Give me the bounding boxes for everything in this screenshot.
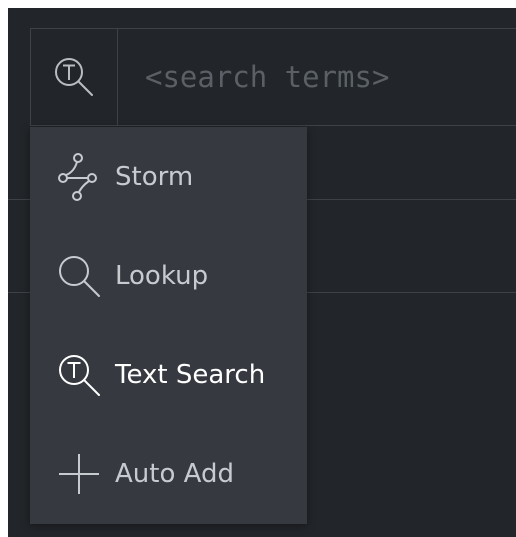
menu-item-label: Lookup — [115, 260, 209, 291]
text-search-icon — [54, 350, 104, 400]
menu-item-lookup[interactable]: Lookup — [30, 226, 307, 325]
plus-icon — [54, 449, 104, 499]
menu-item-storm[interactable]: Storm — [30, 127, 307, 226]
menu-item-label: Storm — [115, 161, 194, 192]
lookup-icon — [54, 251, 104, 301]
menu-item-auto-add[interactable]: Auto Add — [30, 424, 307, 523]
search-bar — [30, 28, 516, 126]
menu-item-text-search[interactable]: Text Search — [30, 325, 307, 424]
search-input[interactable] — [118, 29, 516, 125]
menu-item-label: Auto Add — [115, 458, 234, 489]
search-mode-button[interactable] — [31, 29, 118, 125]
app-frame: Storm Lookup Text Search — [8, 8, 516, 537]
search-mode-menu: Storm Lookup Text Search Auto Add — [30, 127, 307, 524]
text-search-icon — [55, 58, 93, 96]
storm-icon — [54, 152, 104, 202]
menu-item-label: Text Search — [115, 359, 266, 390]
